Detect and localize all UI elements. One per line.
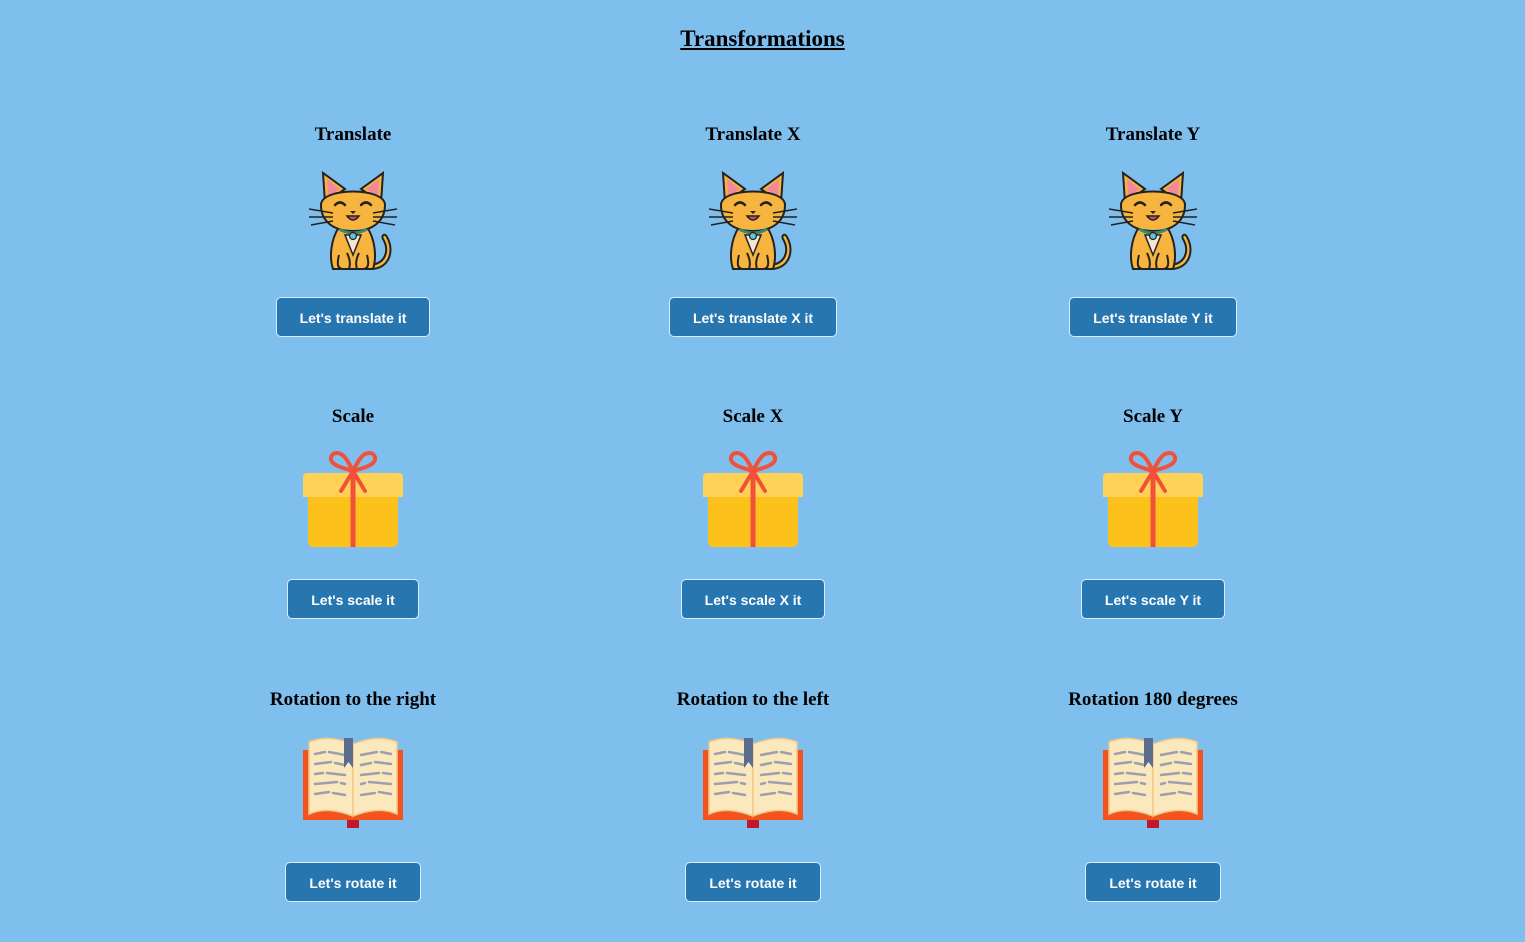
card-title: Scale (331, 406, 375, 427)
card-translate-y: Translate Y Let's translate Y it (953, 123, 1353, 337)
card-rotation-right: Rotation to the right Let's rotate it (153, 688, 553, 902)
book-icon (703, 734, 803, 838)
gift-icon (1103, 451, 1203, 555)
card-rotation-180: Rotation 180 degrees Let's rotate it (953, 688, 1353, 902)
rotate-right-button[interactable]: Let's rotate it (285, 862, 421, 902)
gift-icon (703, 451, 803, 555)
card-scale-x: Scale X Let's scale X it (553, 405, 953, 619)
cat-icon (303, 169, 403, 273)
book-icon (1103, 734, 1203, 838)
cat-icon (703, 169, 803, 273)
scale-x-button[interactable]: Let's scale X it (680, 579, 826, 619)
scale-button[interactable]: Let's scale it (287, 579, 419, 619)
book-icon (303, 734, 403, 838)
card-title: Rotation 180 degrees (1068, 689, 1238, 710)
cat-icon (1103, 169, 1203, 273)
card-title: Translate X (705, 124, 801, 145)
card-scale-y: Scale Y Let's scale Y it (953, 405, 1353, 619)
rotate-180-button[interactable]: Let's rotate it (1085, 862, 1221, 902)
gift-icon (303, 451, 403, 555)
rotate-left-button[interactable]: Let's rotate it (685, 862, 821, 902)
card-title: Scale Y (1123, 406, 1183, 427)
card-translate-x: Translate X Let's translate X it (553, 123, 953, 337)
page-title: Transformations (0, 26, 1525, 52)
card-title: Scale X (722, 406, 784, 427)
card-title: Rotation to the right (269, 689, 437, 710)
card-rotation-left: Rotation to the left Let's rotate it (553, 688, 953, 902)
translate-x-button[interactable]: Let's translate X it (668, 297, 838, 337)
scale-y-button[interactable]: Let's scale Y it (1080, 579, 1226, 619)
card-title: Translate (314, 124, 392, 145)
translate-button[interactable]: Let's translate it (275, 297, 431, 337)
page-title-text: Transformations (680, 26, 845, 51)
card-scale: Scale Let's scale it (153, 405, 553, 619)
card-title: Translate Y (1105, 124, 1201, 145)
card-translate: Translate Let's translate it (153, 123, 553, 337)
translate-y-button[interactable]: Let's translate Y it (1069, 297, 1237, 337)
card-title: Rotation to the left (676, 689, 830, 710)
